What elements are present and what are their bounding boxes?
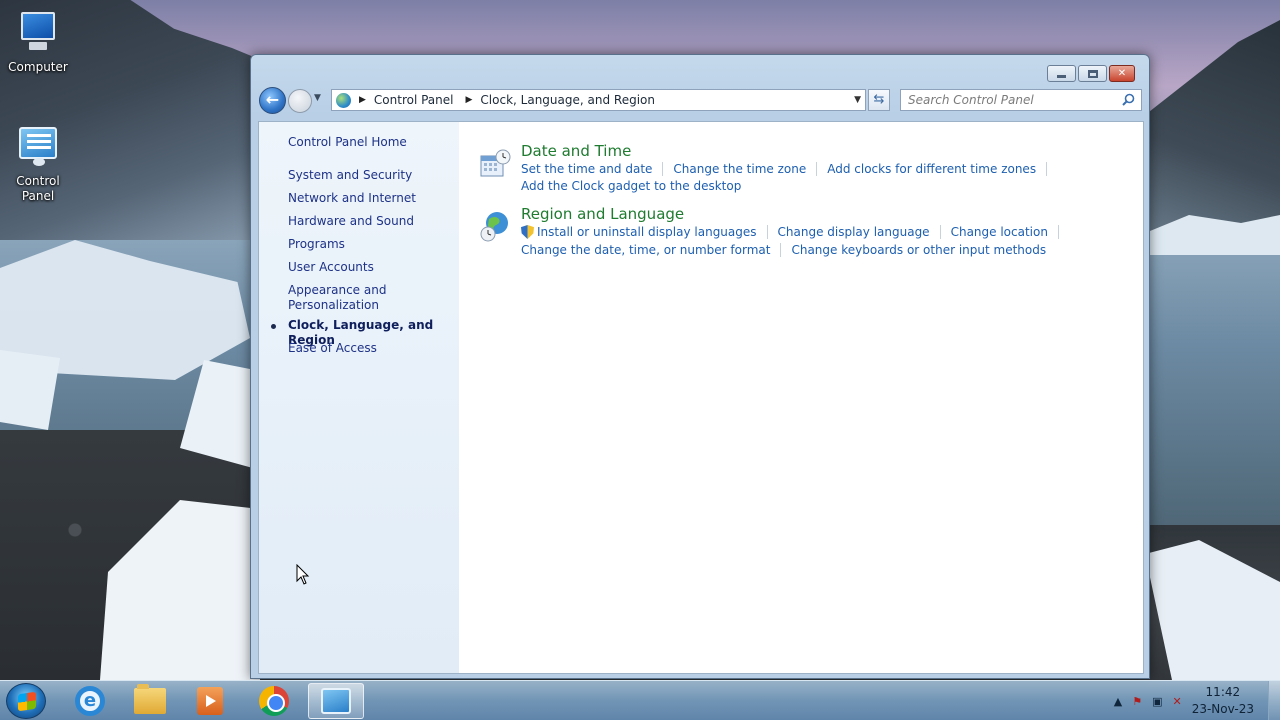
active-item-bullet-icon <box>271 324 276 329</box>
link-change-keyboards[interactable]: Change keyboards or other input methods <box>791 243 1046 257</box>
category-links-row: Set the time and date Change the time zo… <box>521 162 1057 176</box>
breadcrumb-clock-language-region[interactable]: Clock, Language, and Region <box>480 93 655 107</box>
sidebar-item-programs[interactable]: Programs <box>288 237 458 252</box>
show-hidden-icons-icon[interactable]: ▲ <box>1114 695 1122 708</box>
date-and-time-icon <box>480 149 511 177</box>
link-divider <box>766 225 768 239</box>
mouse-cursor-icon <box>296 564 310 585</box>
back-button[interactable]: ← <box>259 87 286 114</box>
desktop-icon-control-panel[interactable]: Control Panel <box>0 124 76 204</box>
control-panel-window: ✕ ← ▼ ▶ Control Panel ▶ Clock, Language,… <box>250 54 1150 679</box>
desktop-wallpaper-ice <box>1145 540 1280 680</box>
sidebar-item-hardware-and-sound[interactable]: Hardware and Sound <box>288 214 458 229</box>
link-change-time-zone[interactable]: Change the time zone <box>673 162 806 176</box>
link-add-clocks[interactable]: Add clocks for different time zones <box>827 162 1036 176</box>
category-links-row: Add the Clock gadget to the desktop <box>521 179 741 193</box>
internet-explorer-icon: e <box>75 686 105 716</box>
maximize-button[interactable] <box>1078 65 1107 82</box>
link-divider <box>1046 162 1048 176</box>
taskbar-media-player[interactable] <box>182 683 238 719</box>
link-divider <box>662 162 664 176</box>
category-title-region-and-language[interactable]: Region and Language <box>521 205 684 223</box>
close-icon: ✕ <box>1117 68 1127 79</box>
media-player-icon <box>197 687 223 715</box>
sidebar-item-network-and-internet[interactable]: Network and Internet <box>288 191 458 206</box>
taskbar-control-panel[interactable] <box>308 683 364 719</box>
link-divider <box>939 225 941 239</box>
link-install-display-languages[interactable]: Install or uninstall display languages <box>537 225 757 239</box>
breadcrumb-separator-icon[interactable]: ▶ <box>466 95 473 105</box>
link-change-date-time-number-format[interactable]: Change the date, time, or number format <box>521 243 770 257</box>
sidebar: Control Panel Home System and Security N… <box>259 122 459 673</box>
desktop-wallpaper-mountain-right <box>1140 20 1280 240</box>
windows-logo-icon <box>18 691 36 712</box>
taskbar-windows-explorer[interactable] <box>122 683 178 719</box>
control-panel-globe-icon <box>336 92 351 108</box>
navigation-bar: ← ▼ ▶ Control Panel ▶ Clock, Language, a… <box>259 87 1143 115</box>
control-panel-icon <box>15 124 61 170</box>
minimize-button[interactable] <box>1047 65 1076 82</box>
maximize-icon <box>1087 69 1098 78</box>
search-input[interactable] <box>908 93 1113 107</box>
forward-button[interactable] <box>288 89 312 113</box>
desktop-icon-computer[interactable]: Computer <box>0 10 76 75</box>
volume-muted-icon[interactable]: ✕ <box>1172 695 1181 708</box>
sidebar-item-appearance-and-personalization[interactable]: Appearance and Personalization <box>288 283 398 313</box>
caption-buttons: ✕ <box>1047 65 1135 82</box>
search-icon[interactable] <box>1122 93 1135 106</box>
computer-icon <box>15 10 61 56</box>
close-button[interactable]: ✕ <box>1109 65 1135 82</box>
link-change-display-language[interactable]: Change display language <box>778 225 930 239</box>
action-center-flag-icon[interactable]: ⚑ <box>1132 695 1142 708</box>
clock-date: 23-Nov-23 <box>1191 702 1254 716</box>
link-set-time-and-date[interactable]: Set the time and date <box>521 162 652 176</box>
sidebar-item-system-and-security[interactable]: System and Security <box>288 168 458 183</box>
taskbar: e ▲ ⚑ ▣ ✕ 11:42 23-Nov-23 <box>0 680 1280 720</box>
start-button[interactable] <box>6 683 46 719</box>
search-box[interactable] <box>900 89 1142 111</box>
category-links-row: Install or uninstall display languages C… <box>521 225 1069 239</box>
system-tray: ▲ ⚑ ▣ ✕ 11:42 23-Nov-23 <box>1114 681 1280 720</box>
minimize-icon <box>1057 74 1066 78</box>
refresh-button[interactable]: ⇆ <box>868 89 890 111</box>
address-dropdown-icon[interactable]: ▼ <box>854 95 861 105</box>
chrome-icon <box>259 686 289 716</box>
region-and-language-icon <box>480 212 508 242</box>
taskbar-clock[interactable]: 11:42 23-Nov-23 <box>1192 684 1254 718</box>
folder-icon <box>134 684 166 714</box>
taskbar-internet-explorer[interactable]: e <box>62 683 118 719</box>
clock-time: 11:42 <box>1205 685 1241 699</box>
breadcrumb-control-panel[interactable]: Control Panel <box>374 93 454 107</box>
back-arrow-icon: ← <box>265 90 280 109</box>
uac-shield-icon <box>521 225 534 239</box>
sidebar-item-ease-of-access[interactable]: Ease of Access <box>288 341 458 356</box>
sidebar-item-user-accounts[interactable]: User Accounts <box>288 260 458 275</box>
recent-pages-dropdown[interactable]: ▼ <box>314 93 321 103</box>
link-change-location[interactable]: Change location <box>951 225 1048 239</box>
sidebar-item-control-panel-home[interactable]: Control Panel Home <box>288 135 458 150</box>
link-add-clock-gadget[interactable]: Add the Clock gadget to the desktop <box>521 179 741 193</box>
desktop-icon-label: Computer <box>8 60 68 74</box>
link-divider <box>816 162 818 176</box>
show-desktop-button[interactable] <box>1268 681 1280 720</box>
category-links-row: Change the date, time, or number format … <box>521 243 1046 257</box>
link-divider <box>780 243 782 257</box>
network-icon[interactable]: ▣ <box>1152 695 1162 708</box>
refresh-icon: ⇆ <box>873 92 885 107</box>
category-title-date-and-time[interactable]: Date and Time <box>521 142 631 160</box>
control-panel-icon <box>321 688 351 714</box>
address-bar[interactable]: ▶ Control Panel ▶ Clock, Language, and R… <box>331 89 866 111</box>
content-area: Control Panel Home System and Security N… <box>258 121 1144 674</box>
category-panel: Date and Time Set the time and date Chan… <box>459 122 1143 673</box>
breadcrumb-separator-icon[interactable]: ▶ <box>359 95 366 105</box>
desktop-icon-label: Control Panel <box>16 174 60 203</box>
taskbar-chrome[interactable] <box>246 683 302 719</box>
link-divider <box>1057 225 1059 239</box>
